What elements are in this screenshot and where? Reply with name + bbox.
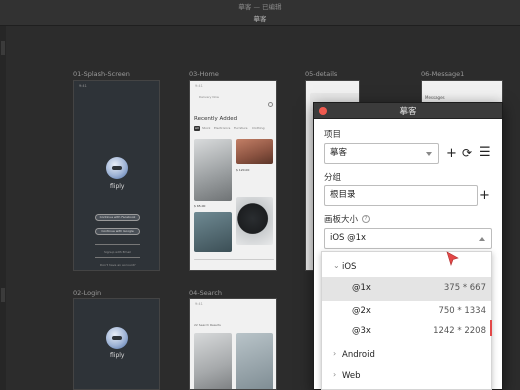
menu-icon[interactable]: ☰ (479, 146, 491, 159)
window-title: 摹客 — 已编辑 (238, 3, 282, 11)
section-title: Recently Added (194, 116, 238, 122)
no-account-text: Don't have an account? (100, 263, 136, 267)
group-android-label: Android (342, 350, 375, 360)
option-size: 375 * 667 (443, 283, 486, 293)
tab-furniture[interactable]: Furniture (234, 126, 247, 131)
artboard-home[interactable]: 9:41 Delivery Now Recently Added All Sto… (189, 80, 277, 271)
help-icon[interactable]: ? (362, 215, 370, 223)
tab-stock[interactable]: Stock (202, 126, 210, 131)
panel-marker (1, 41, 5, 55)
chevron-right-icon: › (333, 349, 337, 358)
product-price: $ 65.00 (194, 204, 206, 208)
product-image-speaker[interactable] (236, 197, 273, 245)
group-select-value: 根目录 (330, 190, 356, 200)
chevron-up-icon (479, 237, 485, 241)
search-image-chair[interactable] (194, 333, 232, 389)
chevron-down-icon (426, 152, 432, 156)
location-text: Delivery Now (199, 95, 219, 99)
scrollbar-indicator[interactable] (490, 320, 492, 336)
size-dropdown: ⌄ iOS @1x 375 * 667 @2x 750 * 1334 @3x 1… (321, 251, 492, 390)
add-group-icon[interactable]: + (479, 189, 490, 202)
tab-electronics[interactable]: Electronics (214, 126, 230, 131)
product-image-chair[interactable] (194, 139, 232, 201)
product-image-drone[interactable] (194, 212, 232, 252)
group-web-label: Web (342, 371, 361, 381)
search-result-count: 22 Search Results (194, 323, 221, 327)
group-ios-label: iOS (342, 262, 357, 272)
left-panel-edge (0, 26, 6, 390)
status-time: 9:41 (79, 84, 87, 88)
dialog-title: 摹客 (399, 107, 417, 117)
artboard-label-home[interactable]: 03-Home (189, 70, 219, 78)
project-label: 项目 (324, 130, 342, 140)
app-logo (106, 327, 128, 349)
group-label: 分组 (324, 173, 342, 183)
project-select[interactable]: 摹客 (324, 143, 439, 164)
facebook-button[interactable]: Continue with Facebook (95, 214, 140, 221)
option-name: @2x (352, 306, 371, 316)
pointer-cursor-icon (446, 251, 459, 266)
artboard-label-search[interactable]: 04-Search (189, 289, 222, 297)
artboard-label-login[interactable]: 02-Login (73, 289, 101, 297)
status-time: 9:41 (195, 84, 203, 88)
artboard-search[interactable]: 9:41 22 Search Results (189, 298, 277, 390)
file-title: 摹客 (253, 15, 267, 23)
email-signup-link[interactable]: Signup with Email (104, 250, 131, 254)
artboard-label-splash[interactable]: 01-Splash-Screen (73, 70, 130, 78)
title-bar: 摹客 — 已编辑 摹客 (0, 0, 520, 26)
divider (95, 257, 140, 258)
app-wordmark: fliply (110, 352, 125, 359)
messages-header: Messages (425, 95, 445, 100)
size-label: 画板大小 (324, 215, 359, 225)
size-select-value: iOS @1x (330, 233, 367, 243)
app-logo (106, 157, 128, 179)
option-size: 750 * 1334 (438, 306, 486, 316)
option-ios-1x[interactable]: @1x 375 * 667 (322, 277, 491, 301)
option-name: @1x (352, 283, 371, 293)
product-image-items[interactable] (236, 139, 273, 164)
add-icon[interactable]: + (446, 147, 457, 160)
category-tabs[interactable]: All Stock Electronics Furniture Clothing (194, 126, 276, 131)
artboard-login[interactable]: fliply (73, 298, 160, 390)
chevron-down-icon: ⌄ (333, 261, 340, 270)
status-time: 9:41 (195, 302, 203, 306)
size-select[interactable]: iOS @1x (324, 228, 492, 249)
artboard-label-message[interactable]: 06-Message1 (421, 70, 464, 78)
tabbar-divider (194, 259, 274, 260)
option-name: @3x (352, 326, 371, 336)
panel-marker (1, 288, 5, 302)
artboard-splash[interactable]: 9:41 fliply Continue with Facebook Conti… (73, 80, 160, 271)
chevron-right-icon: › (333, 370, 337, 379)
group-web[interactable]: › Web (322, 365, 491, 389)
artboard-label-details[interactable]: 05-details (305, 70, 337, 78)
group-select[interactable]: 根目录 (324, 185, 478, 206)
search-icon (268, 102, 273, 107)
dialog-header: 摹客 (314, 103, 502, 119)
refresh-icon[interactable]: ⟳ (462, 147, 472, 160)
app-wordmark: fliply (110, 183, 125, 190)
option-size: 1242 * 2208 (433, 326, 486, 336)
google-button[interactable]: Continue with Google (95, 228, 140, 235)
search-image-drone[interactable] (236, 333, 273, 389)
tab-all[interactable]: All (194, 126, 200, 131)
tab-clothing[interactable]: Clothing (252, 126, 264, 131)
project-select-value: 摹客 (330, 148, 348, 158)
product-price: $ 120.00 (236, 168, 250, 172)
option-ios-3x[interactable]: @3x 1242 * 2208 (322, 320, 491, 344)
divider (95, 244, 140, 245)
